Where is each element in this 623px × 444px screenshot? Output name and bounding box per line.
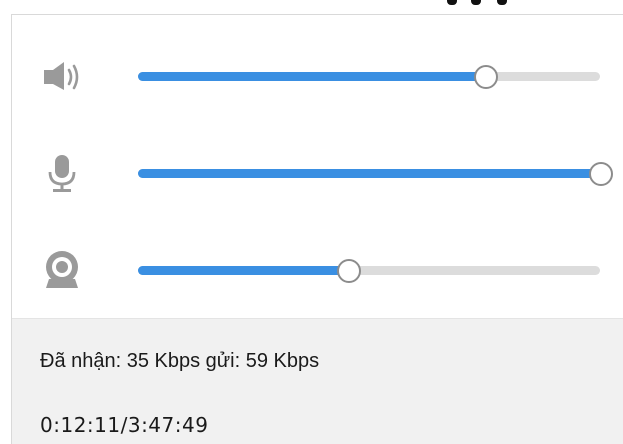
speaker-volume-icon[interactable]	[40, 54, 84, 98]
microphone-row	[12, 143, 623, 203]
window-top-edge	[0, 0, 623, 14]
camera-row	[12, 240, 623, 300]
volume-controls	[12, 15, 623, 318]
bandwidth-text: Đã nhận: 35 Kbps gửi: 59 Kbps	[40, 350, 320, 372]
slider-thumb[interactable]	[337, 259, 362, 283]
call-control-screen: Đã nhận: 35 Kbps gửi: 59 Kbps 0:12:11/3:…	[0, 0, 623, 444]
speaker-volume-slider[interactable]	[138, 61, 600, 91]
speaker-row	[12, 46, 623, 106]
slider-thumb[interactable]	[473, 65, 498, 89]
media-control-panel: Đã nhận: 35 Kbps gửi: 59 Kbps 0:12:11/3:…	[11, 14, 623, 444]
microphone-volume-slider[interactable]	[138, 158, 613, 188]
microphone-icon[interactable]	[40, 151, 84, 195]
clipped-glyph	[447, 0, 457, 5]
slider-fill	[138, 72, 485, 81]
webcam-icon[interactable]	[40, 248, 84, 292]
clipped-glyph	[497, 0, 507, 5]
call-duration-text: 0:12:11/3:47:49	[40, 413, 209, 437]
connection-status-bar: Đã nhận: 35 Kbps gửi: 59 Kbps 0:12:11/3:…	[12, 318, 623, 444]
slider-fill	[138, 169, 600, 178]
slider-fill	[138, 266, 349, 275]
camera-brightness-slider[interactable]	[138, 255, 600, 285]
clipped-glyph	[471, 0, 481, 5]
slider-thumb[interactable]	[589, 162, 613, 186]
